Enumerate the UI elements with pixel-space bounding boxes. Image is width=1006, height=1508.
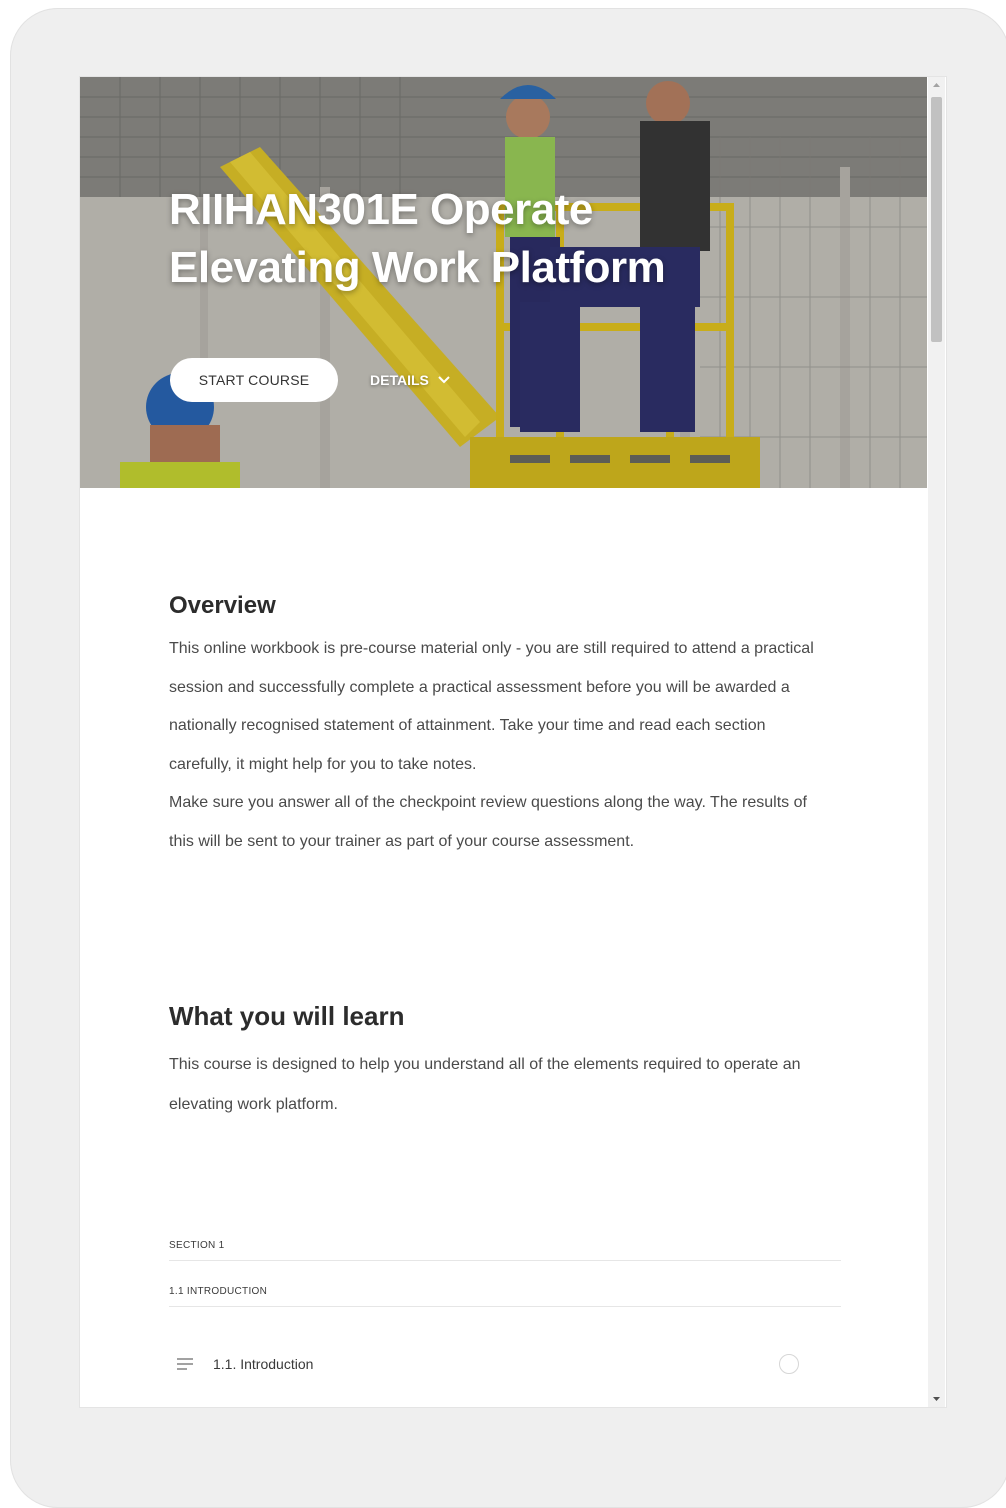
scroll-up-icon[interactable] [928, 77, 945, 94]
details-label: DETAILS [370, 372, 429, 388]
empty-circle-icon [779, 1354, 799, 1374]
lesson-item[interactable]: 1.1. Introduction [169, 1344, 841, 1384]
learn-body: This course is designed to help you unde… [169, 1056, 801, 1113]
text-lines-icon [173, 1352, 197, 1376]
course-title: RIIHAN301E Operate Elevating Work Platfo… [169, 185, 666, 292]
learn-heading: What you will learn [169, 1001, 405, 1031]
details-button[interactable]: DETAILS [370, 368, 451, 392]
overview-paragraph: This online workbook is pre-course mater… [169, 640, 814, 773]
section-label: SECTION 1 [169, 1240, 225, 1251]
divider [169, 1260, 841, 1261]
chevron-down-icon [438, 376, 450, 384]
lesson-label: 1.1. Introduction [213, 1356, 314, 1372]
course-screen: RIIHAN301E Operate Elevating Work Platfo… [79, 76, 947, 1408]
start-course-button[interactable]: START COURSE [170, 358, 338, 402]
overview-paragraph: Make sure you answer all of the checkpoi… [169, 794, 807, 850]
vertical-scrollbar[interactable] [928, 77, 945, 1407]
course-hero: RIIHAN301E Operate Elevating Work Platfo… [80, 77, 927, 488]
overview-body: This online workbook is pre-course mater… [169, 630, 829, 862]
scrollbar-thumb[interactable] [931, 97, 942, 342]
overview-heading: Overview [169, 592, 276, 619]
subsection-label: 1.1 INTRODUCTION [169, 1286, 268, 1297]
scroll-down-icon[interactable] [928, 1390, 945, 1407]
divider [169, 1306, 841, 1307]
